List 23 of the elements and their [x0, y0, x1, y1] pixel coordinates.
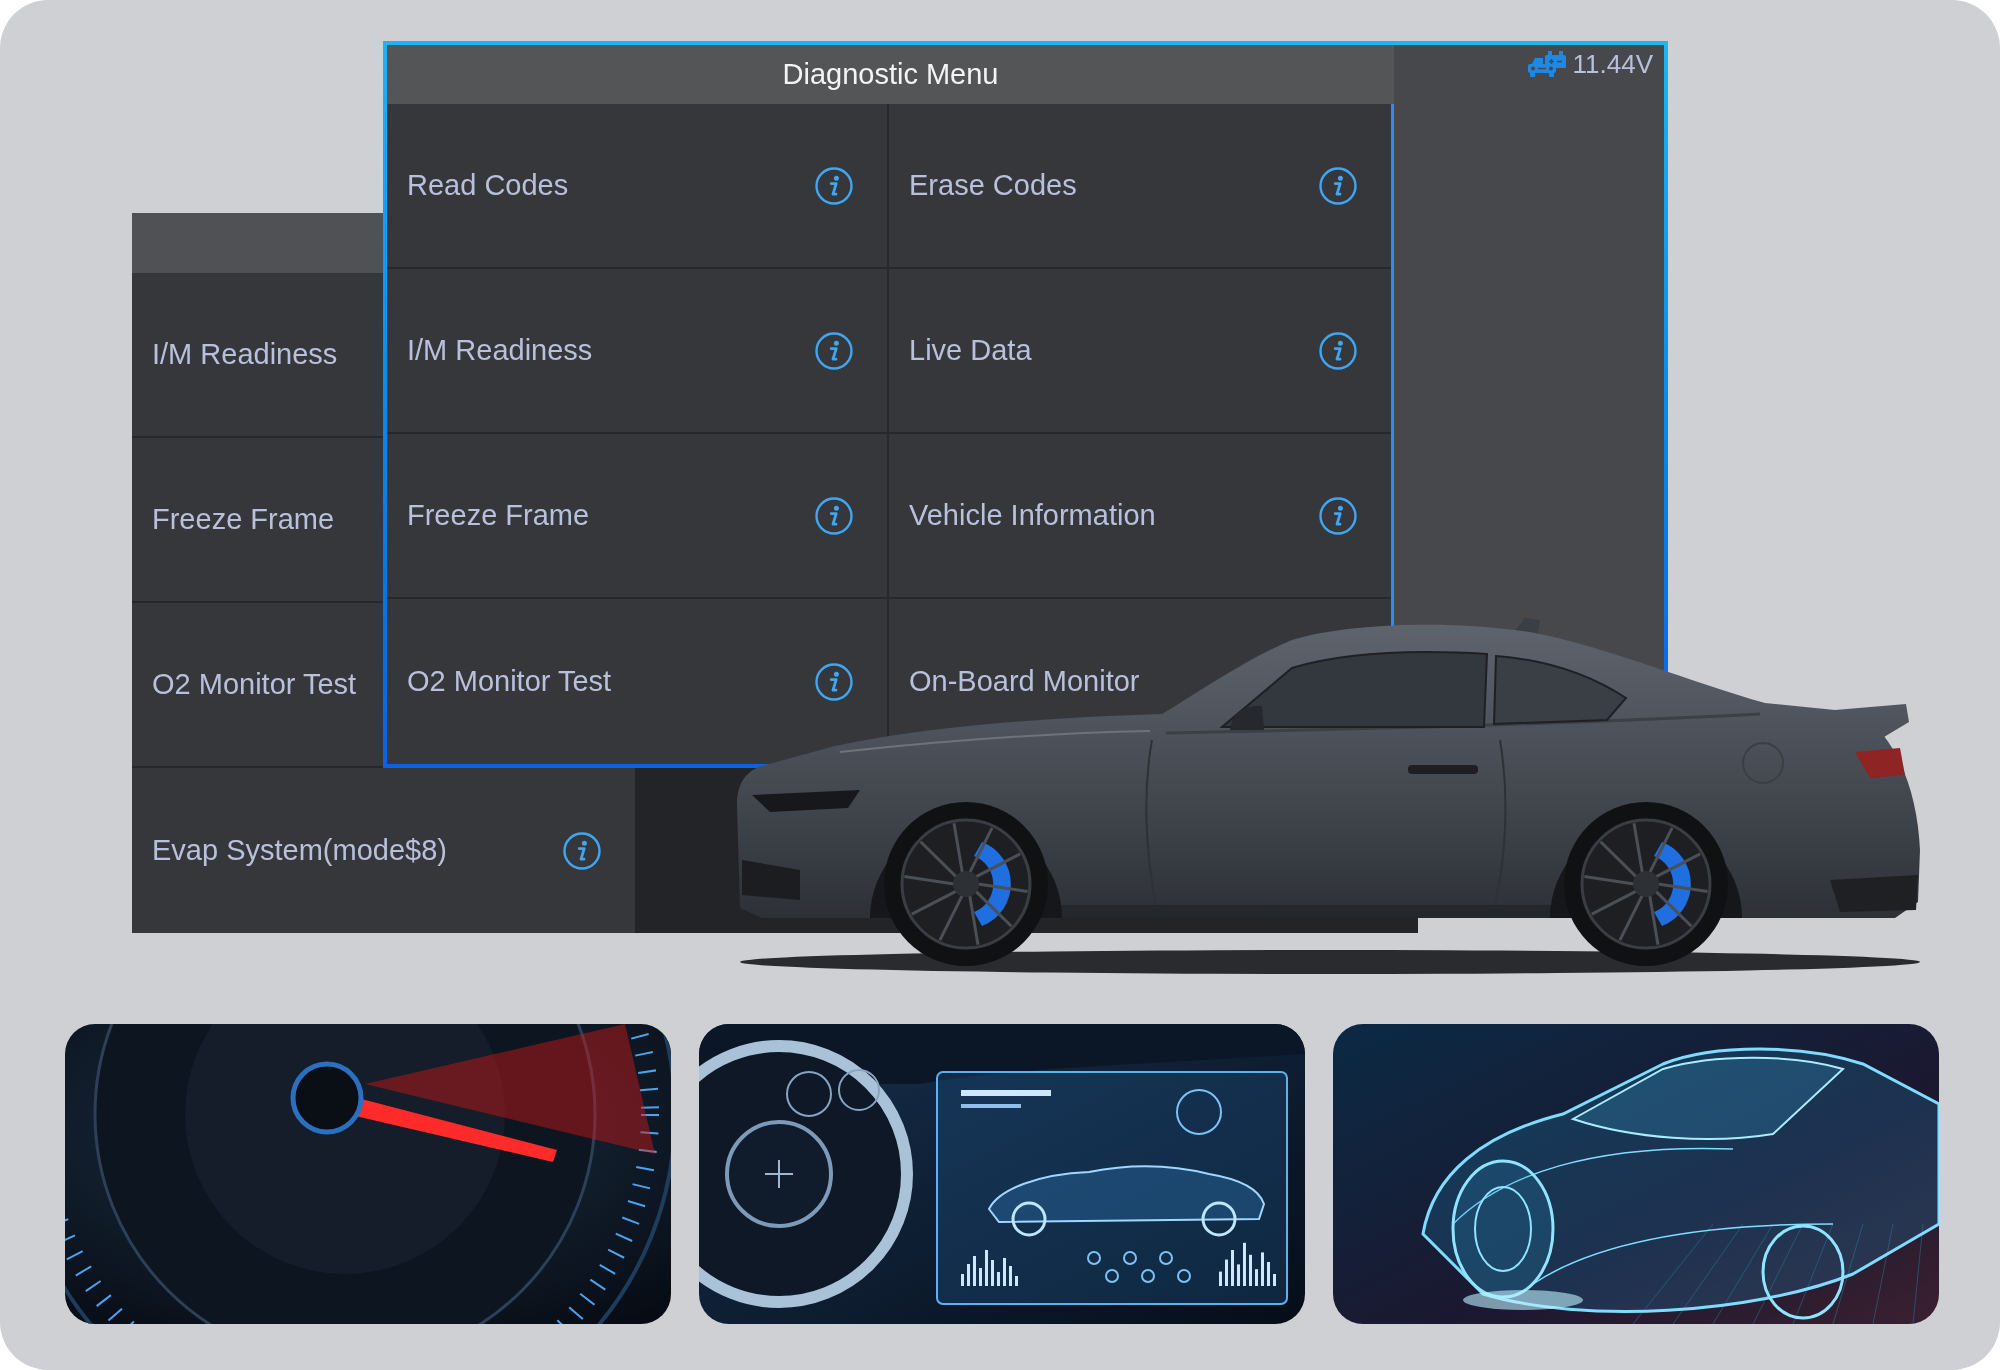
menu-item[interactable]: O2 Monitor Test [152, 670, 357, 699]
info-icon[interactable] [815, 496, 853, 535]
screen-title: Diagnostic Menu [782, 60, 999, 89]
menu-item[interactable]: Erase Codes [909, 166, 1357, 205]
battery-icon [1527, 51, 1566, 77]
menu-item[interactable]: Read Codes [407, 166, 853, 205]
menu-item[interactable]: Evap System(mode$8) [152, 831, 601, 870]
info-icon[interactable] [815, 331, 853, 370]
menu-item[interactable]: O2 Monitor Test [407, 662, 853, 701]
info-icon[interactable] [1319, 166, 1357, 205]
menu-item[interactable]: Freeze Frame [152, 505, 335, 534]
info-icon[interactable] [815, 166, 853, 205]
info-icon[interactable] [815, 662, 853, 701]
menu-item[interactable]: I/M Readiness [152, 340, 338, 369]
menu-item[interactable]: Freeze Frame [407, 496, 853, 535]
info-icon[interactable] [1319, 496, 1357, 535]
menu-item[interactable]: On-Board Monitor [909, 667, 1140, 696]
info-icon[interactable] [563, 831, 601, 870]
menu-item[interactable]: Live Data [909, 331, 1357, 370]
menu-item[interactable]: I/M Readiness [407, 331, 853, 370]
menu-item[interactable]: Vehicle Information [909, 496, 1357, 535]
info-icon[interactable] [1319, 331, 1357, 370]
voltage-reading: 11.44V [1572, 51, 1653, 77]
